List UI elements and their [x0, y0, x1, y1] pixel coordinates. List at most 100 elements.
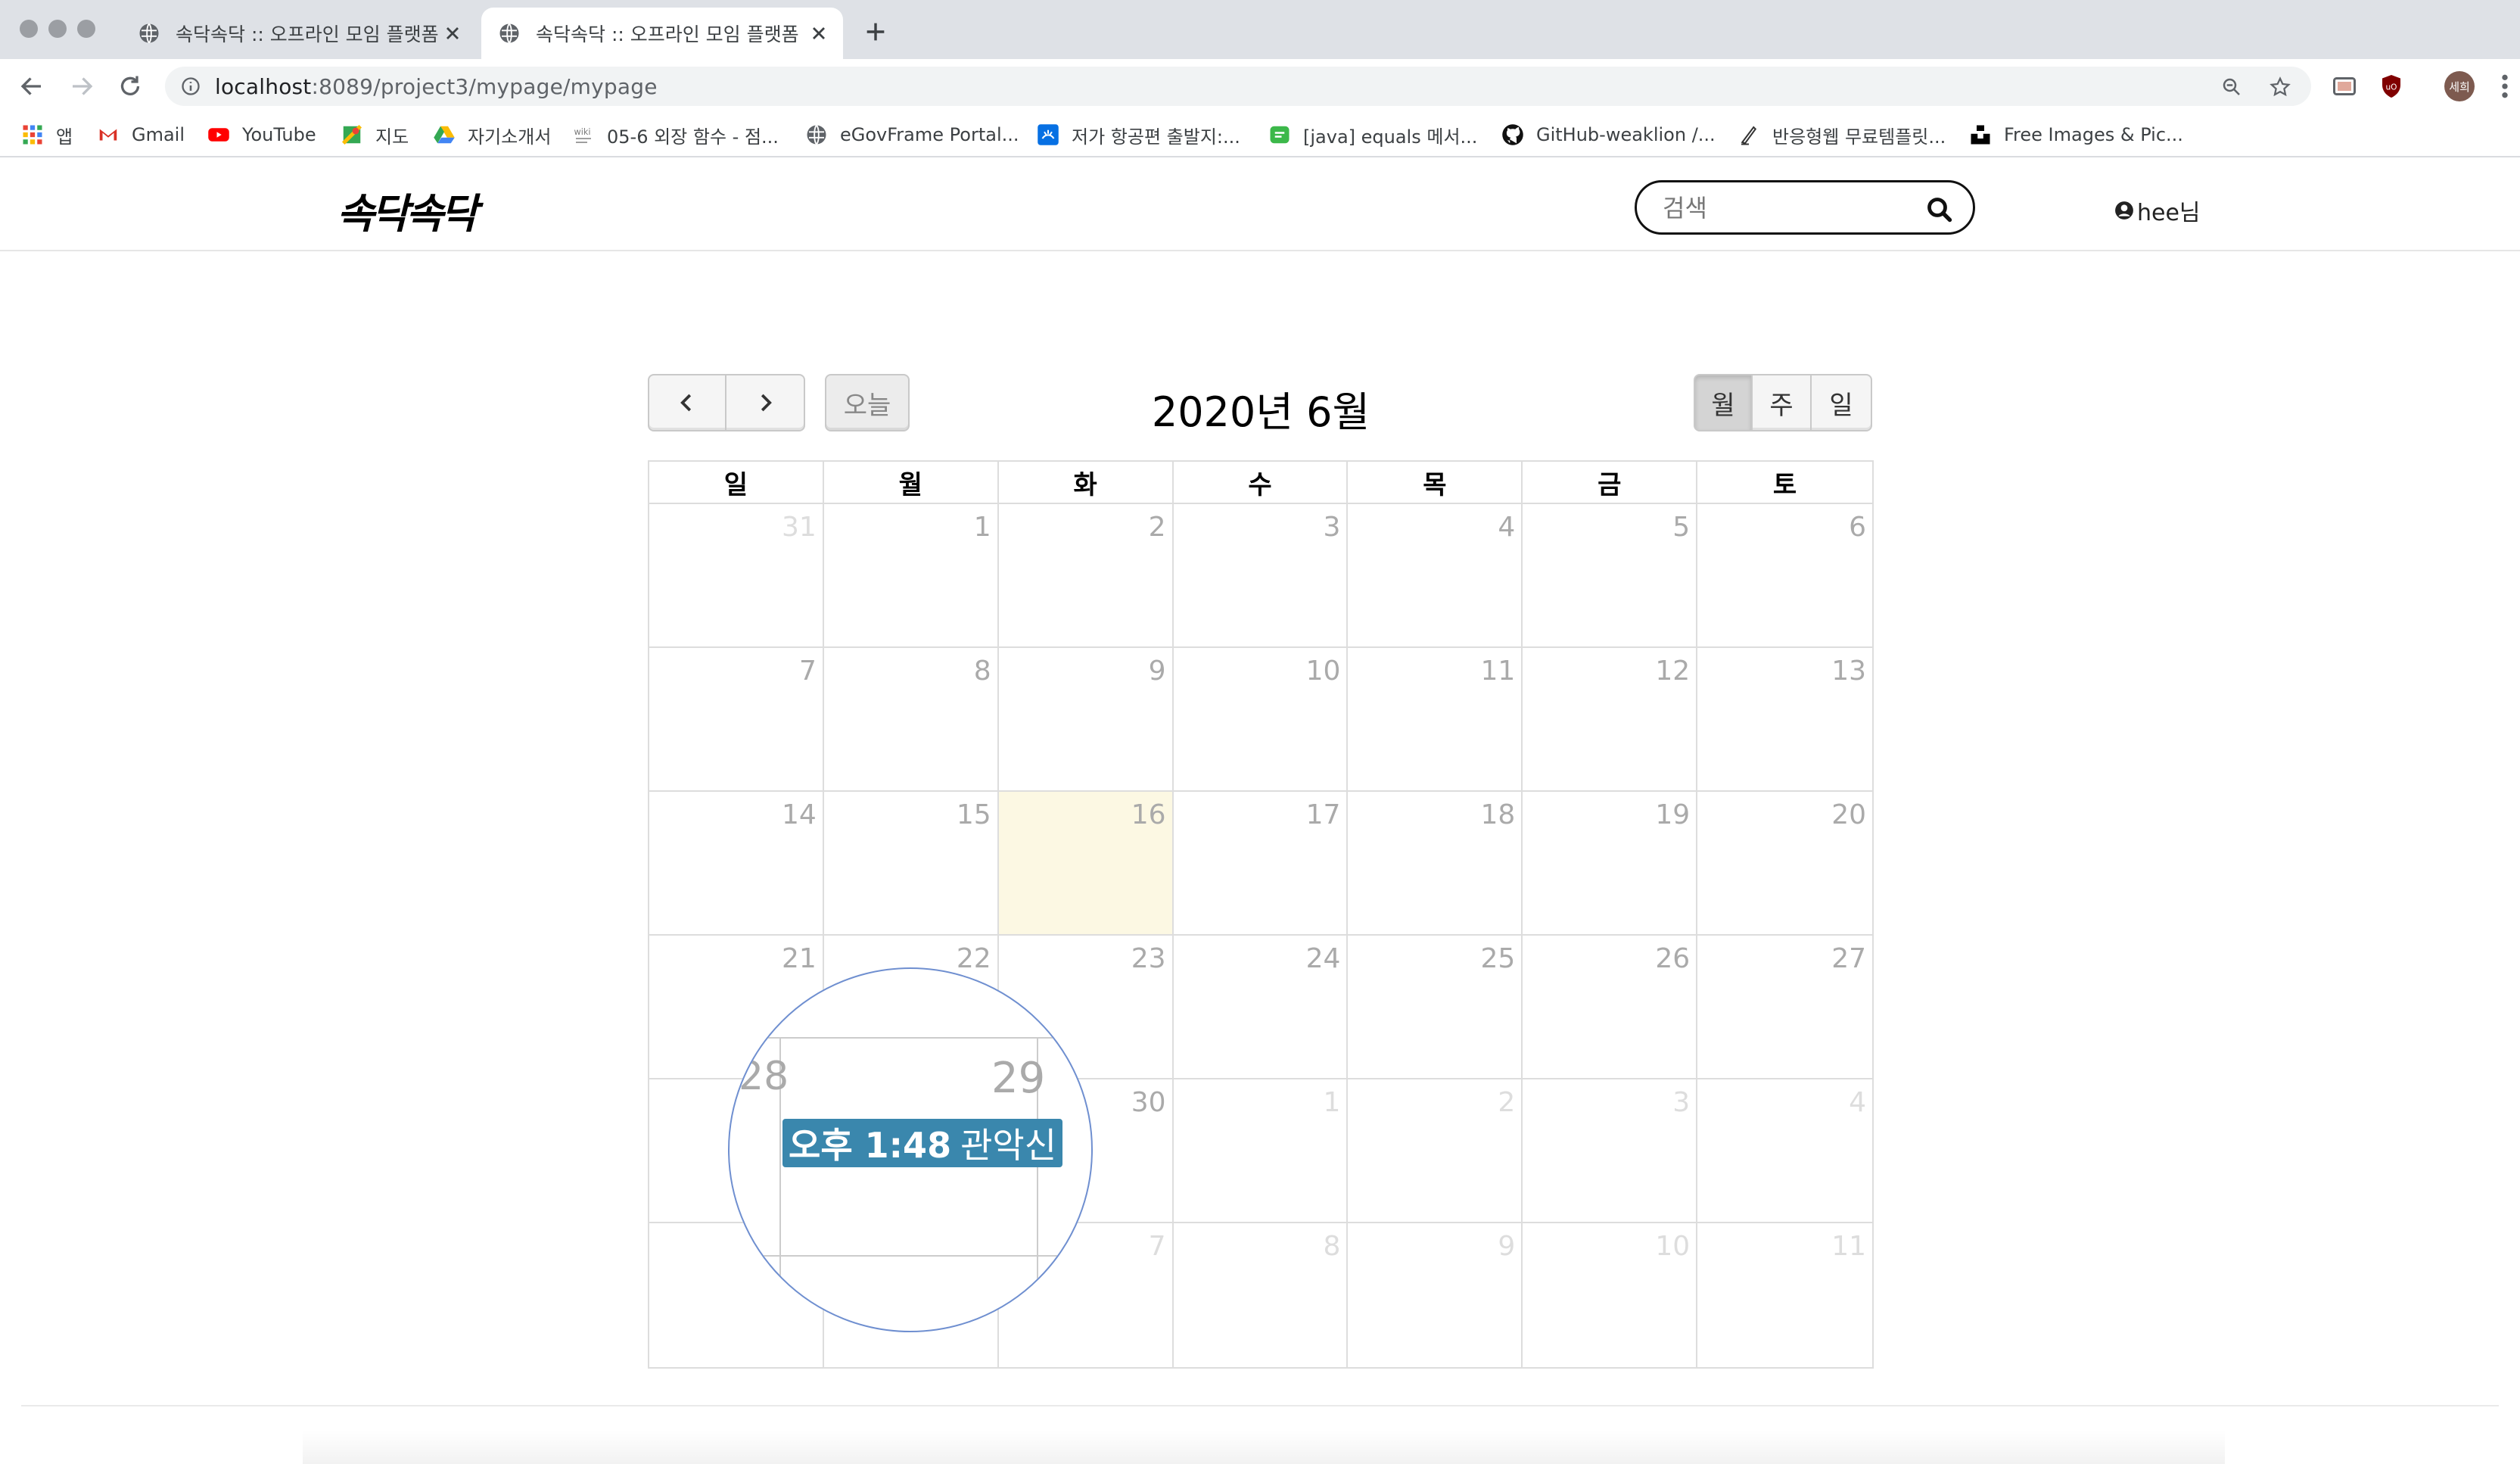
info-icon[interactable] [180, 76, 201, 97]
bookmark-label: 05-6 외장 함수 - 점... [607, 126, 779, 148]
bookmark-label: YouTube [242, 124, 316, 145]
day-cell[interactable]: 13 [1697, 648, 1872, 790]
day-number: 8 [973, 656, 991, 687]
day-cell[interactable]: 8 [824, 648, 999, 790]
day-cell[interactable]: 26 [1523, 936, 1698, 1078]
bookmark-wikidocs[interactable]: wiki 05-6 외장 함수 - 점... [572, 121, 779, 148]
search-icon[interactable] [1926, 196, 1953, 223]
day-cell[interactable]: 10 [1523, 1223, 1698, 1367]
ublock-shield-icon[interactable]: uO [2378, 73, 2405, 100]
day-number: 3 [1323, 512, 1341, 543]
day-number: 11 [1831, 1231, 1866, 1262]
day-number: 4 [1498, 512, 1516, 543]
close-icon[interactable] [808, 23, 829, 44]
day-number: 28 [739, 1054, 789, 1099]
day-cell[interactable]: 17 [1174, 792, 1349, 934]
browser-tab-1[interactable]: 속닥속닥 :: 오프라인 모임 플랫폼 [129, 8, 477, 59]
day-cell[interactable]: 15 [824, 792, 999, 934]
day-cell[interactable]: 8 [1174, 1223, 1349, 1367]
weekday-header: 월 [824, 462, 999, 503]
address-bar[interactable]: localhost:8089/project3/mypage/mypage [165, 67, 2311, 106]
site-logo[interactable]: 속닥속닥 [337, 180, 478, 240]
day-view-button[interactable]: 일 [1812, 374, 1872, 431]
bookmark-youtube[interactable]: YouTube [207, 121, 316, 148]
weekday-header: 목 [1348, 462, 1523, 503]
day-number: 4 [1849, 1087, 1866, 1118]
week-view-button[interactable]: 주 [1753, 374, 1812, 431]
kebab-menu-icon[interactable] [2497, 71, 2512, 101]
day-cell[interactable]: 4 [1697, 1079, 1872, 1222]
day-cell[interactable]: 9 [999, 648, 1174, 790]
calendar-title: 2020년 6월 [1151, 388, 1370, 436]
day-cell[interactable]: 3 [1523, 1079, 1698, 1222]
svg-text:wiki: wiki [574, 127, 591, 137]
new-tab-icon[interactable] [863, 19, 888, 45]
day-cell[interactable]: 31 [649, 504, 824, 646]
window-maximize-button[interactable] [77, 20, 95, 38]
day-cell[interactable]: 10 [1174, 648, 1349, 790]
bookmark-gmail[interactable]: Gmail [97, 121, 185, 148]
search-input[interactable] [1663, 192, 1912, 225]
day-cell[interactable]: 11 [1697, 1223, 1872, 1367]
bookmark-github[interactable]: GitHub-weaklion /... [1501, 121, 1716, 148]
profile-avatar[interactable]: 세희 [2444, 71, 2475, 101]
day-cell[interactable]: 14 [649, 792, 824, 934]
skyscanner-icon [1038, 124, 1059, 145]
day-cell[interactable]: 1 [1174, 1079, 1349, 1222]
weekday-header: 수 [1174, 462, 1349, 503]
day-cell[interactable]: 6 [1697, 504, 1872, 646]
bookmark-egovframe[interactable]: eGovFrame Portal... [805, 121, 1019, 148]
close-icon[interactable] [442, 23, 463, 44]
forward-arrow-icon[interactable] [68, 73, 95, 100]
svg-text:uO: uO [2386, 83, 2397, 92]
day-cell[interactable]: 11 [1348, 648, 1523, 790]
window-close-button[interactable] [20, 20, 38, 38]
day-cell[interactable]: 1 [824, 504, 999, 646]
calendar-event[interactable]: 오후 1:48 관악신 [782, 1119, 1063, 1167]
window-minimize-button[interactable] [48, 20, 67, 38]
bookmark-label: 앱 [56, 126, 73, 148]
day-cell[interactable]: 20 [1697, 792, 1872, 934]
bookmark-maps[interactable]: 지도 [341, 121, 409, 148]
day-cell[interactable]: 7 [649, 648, 824, 790]
day-cell[interactable]: 3 [1174, 504, 1349, 646]
day-number: 8 [1323, 1231, 1341, 1262]
bookmark-templates[interactable]: 반응형웹 무료템플릿... [1738, 121, 1946, 148]
bookmark-label: 반응형웹 무료템플릿... [1772, 126, 1946, 148]
day-cell[interactable]: 27 [1697, 936, 1872, 1078]
bookmark-label: 저가 항공편 출발지:... [1072, 126, 1240, 148]
bookmark-star-icon[interactable] [2269, 76, 2291, 98]
day-cell[interactable]: 2 [1348, 1079, 1523, 1222]
apps-grid-icon [23, 125, 42, 145]
back-arrow-icon[interactable] [18, 73, 45, 100]
day-cell[interactable]: 5 [1523, 504, 1698, 646]
day-cell-today[interactable]: 16 [998, 792, 1174, 934]
bookmark-label: [java] equals 메서... [1303, 126, 1478, 148]
browser-tab-2[interactable]: 속닥속닥 :: 오프라인 모임 플랫폼 [481, 8, 843, 59]
globe-icon [807, 124, 826, 145]
user-menu[interactable]: hee님 [2114, 194, 2201, 227]
reload-icon[interactable] [117, 73, 144, 100]
day-cell[interactable]: 25 [1348, 936, 1523, 1078]
day-number: 22 [956, 943, 991, 974]
bookmark-unsplash[interactable]: Free Images & Pic... [1969, 121, 2183, 148]
bookmark-drive[interactable]: 자기소개서 [433, 121, 551, 148]
day-number: 20 [1831, 799, 1866, 830]
day-number: 10 [1655, 1231, 1691, 1262]
bookmark-java-equals[interactable]: [java] equals 메서... [1268, 121, 1477, 148]
zoom-icon[interactable] [2220, 76, 2243, 98]
day-cell[interactable]: 19 [1523, 792, 1698, 934]
bookmark-apps[interactable]: 앱 [21, 121, 73, 148]
zoom-magnifier: 28 29 오후 1:48 관악신 [728, 967, 1093, 1332]
bookmark-skyscanner[interactable]: 저가 항공편 출발지:... [1037, 121, 1240, 148]
day-cell[interactable]: 18 [1348, 792, 1523, 934]
bookmark-label: Gmail [132, 124, 185, 145]
url-path: :8089/project3/mypage/mypage [311, 74, 658, 99]
day-cell[interactable]: 12 [1523, 648, 1698, 790]
day-cell[interactable]: 4 [1348, 504, 1523, 646]
cast-icon[interactable] [2331, 73, 2358, 100]
day-cell[interactable]: 2 [999, 504, 1174, 646]
day-cell[interactable]: 9 [1348, 1223, 1523, 1367]
day-cell[interactable]: 24 [1174, 936, 1349, 1078]
month-view-button[interactable]: 월 [1694, 374, 1753, 431]
